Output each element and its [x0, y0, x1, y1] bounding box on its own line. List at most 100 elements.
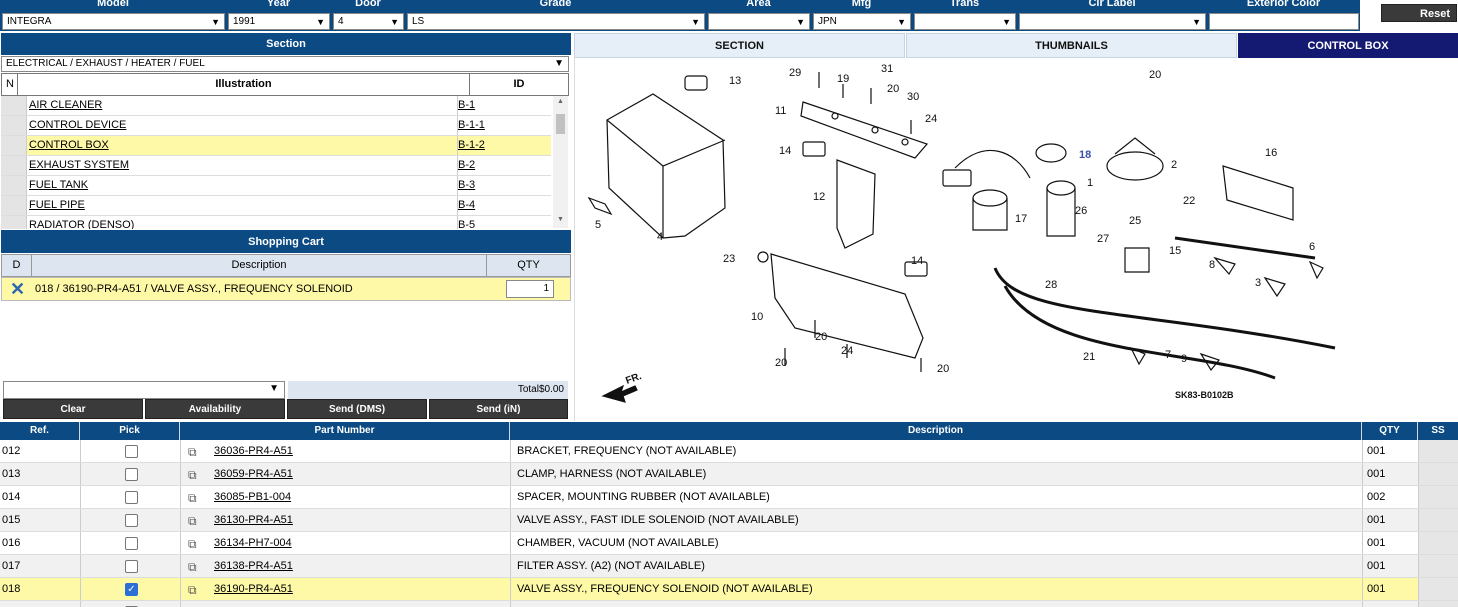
send-dms-button[interactable]: Send (DMS) — [287, 399, 427, 419]
copy-icon[interactable]: ⧉ — [188, 464, 197, 486]
table-row[interactable]: 017 ⧉ 36138-PR4-A51 FILTER ASSY. (A2) (NOT … — [0, 555, 1458, 578]
copy-icon[interactable]: ⧉ — [188, 487, 197, 509]
callout-number[interactable]: 5 — [595, 219, 601, 231]
clear-button[interactable]: Clear — [3, 399, 143, 419]
callout-number[interactable]: 6 — [1309, 241, 1315, 253]
illustration-link[interactable]: FUEL PIPE — [29, 196, 85, 215]
scroll-down-icon[interactable]: ▼ — [557, 216, 564, 223]
pick-checkbox[interactable] — [125, 560, 138, 573]
illustration-link[interactable]: CONTROL BOX — [29, 136, 109, 155]
pick-checkbox[interactable] — [125, 445, 138, 458]
callout-number[interactable]: 30 — [907, 91, 919, 103]
callout-number[interactable]: 1 — [1087, 177, 1093, 189]
illustration-id-link[interactable]: B-4 — [457, 196, 475, 215]
copy-icon[interactable]: ⧉ — [188, 441, 197, 463]
model-select[interactable]: INTEGRA ▼ — [2, 13, 225, 30]
list-item[interactable]: FUEL PIPE B-4 — [1, 196, 551, 216]
table-row[interactable]: 016 ⧉ 36134-PH7-004 CHAMBER, VACUUM (NOT AV… — [0, 532, 1458, 555]
callout-number[interactable]: 26 — [1075, 205, 1087, 217]
list-item[interactable]: RADIATOR (DENSO) B-5 — [1, 216, 551, 229]
send-in-button[interactable]: Send (iN) — [429, 399, 568, 419]
callout-number[interactable]: 14 — [911, 255, 923, 267]
copy-icon[interactable]: ⧉ — [188, 579, 197, 601]
table-row[interactable]: 012 ⧉ 36036-PR4-A51 BRACKET, FREQUENCY (NOT… — [0, 440, 1458, 463]
part-number-link[interactable]: 36190-PR4-A51 — [214, 578, 293, 600]
pick-checkbox[interactable]: ✓ — [125, 583, 138, 596]
illustration-id-link[interactable]: B-5 — [457, 216, 475, 229]
callout-number[interactable]: 2 — [1171, 159, 1177, 171]
scrollbar-thumb[interactable] — [556, 114, 565, 134]
year-select[interactable]: 1991 ▼ — [228, 13, 330, 30]
table-row[interactable]: 014 ⧉ 36085-PB1-004 SPACER, MOUNTING RUBBER… — [0, 486, 1458, 509]
area-select[interactable]: ▼ — [708, 13, 810, 30]
illustration-link[interactable]: FUEL TANK — [29, 176, 88, 195]
illustration-link[interactable]: CONTROL DEVICE — [29, 116, 126, 135]
part-number-link[interactable]: 36138-PR4-A51 — [214, 555, 293, 577]
part-number-link[interactable]: 36130-PR4-A51 — [214, 509, 293, 531]
callout-number[interactable]: 7 — [1165, 349, 1171, 361]
reset-button[interactable]: Reset — [1381, 4, 1457, 22]
pick-checkbox[interactable] — [125, 537, 138, 550]
illustration-link[interactable]: AIR CLEANER — [29, 96, 102, 115]
callout-number[interactable]: 10 — [751, 311, 763, 323]
part-number-link[interactable]: 36134-PH7-004 — [214, 532, 292, 554]
callout-number[interactable]: 22 — [1183, 195, 1195, 207]
list-item[interactable]: CONTROL DEVICE B-1-1 — [1, 116, 551, 136]
callout-number[interactable]: 19 — [837, 73, 849, 85]
illustration-id-link[interactable]: B-3 — [457, 176, 475, 195]
callout-number[interactable]: 20 — [815, 331, 827, 343]
callout-number[interactable]: 14 — [779, 145, 791, 157]
callout-number[interactable]: 16 — [1265, 147, 1277, 159]
list-item-selected[interactable]: CONTROL BOX B-1-2 — [1, 136, 551, 156]
callout-number[interactable]: 8 — [1209, 259, 1215, 271]
callout-number[interactable]: 9 — [1181, 353, 1187, 365]
callout-number[interactable]: 18 — [1079, 149, 1091, 161]
copy-icon[interactable]: ⧉ — [188, 510, 197, 532]
pick-checkbox[interactable] — [125, 468, 138, 481]
scroll-up-icon[interactable]: ▲ — [557, 98, 564, 105]
table-row[interactable]: 019 ⧉ 36194-PD2-661 FILTER ASSY., AIR (NOT … — [0, 601, 1458, 607]
section-select[interactable]: ELECTRICAL / EXHAUST / HEATER / FUEL ▼ — [1, 56, 569, 72]
callout-number[interactable]: 28 — [1045, 279, 1057, 291]
callout-number[interactable]: 23 — [723, 253, 735, 265]
trans-select[interactable]: ▼ — [914, 13, 1016, 30]
door-select[interactable]: 4 ▼ — [333, 13, 404, 30]
callout-number[interactable]: 13 — [729, 75, 741, 87]
list-item[interactable]: EXHAUST SYSTEM B-2 — [1, 156, 551, 176]
list-item[interactable]: FUEL TANK B-3 — [1, 176, 551, 196]
cart-action-select[interactable]: ▼ — [3, 381, 285, 399]
availability-button[interactable]: Availability — [145, 399, 285, 419]
callout-number[interactable]: 4 — [657, 231, 663, 243]
callout-number[interactable]: 25 — [1129, 215, 1141, 227]
copy-icon[interactable]: ⧉ — [188, 602, 197, 607]
part-number-link[interactable]: 36059-PR4-A51 — [214, 463, 293, 485]
illustration-id-link[interactable]: B-1-2 — [457, 136, 485, 155]
callout-number[interactable]: 3 — [1255, 277, 1261, 289]
part-number-link[interactable]: 36194-PD2-661 — [214, 601, 292, 607]
callout-number[interactable]: 20 — [775, 357, 787, 369]
illustration-scrollbar[interactable]: ▲ ▼ — [553, 96, 568, 228]
table-row[interactable]: 015 ⧉ 36130-PR4-A51 VALVE ASSY., FAST IDLE … — [0, 509, 1458, 532]
table-row[interactable]: 018 ✓ ⧉ 36190-PR4-A51 VALVE ASSY., FREQUENCY… — [0, 578, 1458, 601]
callout-number[interactable]: 29 — [789, 67, 801, 79]
callout-number[interactable]: 31 — [881, 63, 893, 75]
callout-number[interactable]: 20 — [887, 83, 899, 95]
grade-select[interactable]: LS ▼ — [407, 13, 705, 30]
list-item[interactable]: AIR CLEANER B-1 — [1, 96, 551, 116]
cart-qty-input[interactable]: 1 — [506, 280, 554, 298]
illustration-id-link[interactable]: B-2 — [457, 156, 475, 175]
callout-number[interactable]: 12 — [813, 191, 825, 203]
callout-number[interactable]: 20 — [1149, 69, 1161, 81]
clr-label-select[interactable]: ▼ — [1019, 13, 1206, 30]
part-number-link[interactable]: 36085-PB1-004 — [214, 486, 291, 508]
callout-number[interactable]: 24 — [841, 345, 853, 357]
callout-number[interactable]: 15 — [1169, 245, 1181, 257]
table-row[interactable]: 013 ⧉ 36059-PR4-A51 CLAMP, HARNESS (NOT AVA… — [0, 463, 1458, 486]
exterior-color-input[interactable] — [1209, 13, 1359, 30]
illustration-id-link[interactable]: B-1 — [457, 96, 475, 115]
callout-number[interactable]: 17 — [1015, 213, 1027, 225]
copy-icon[interactable]: ⧉ — [188, 533, 197, 555]
mfg-select[interactable]: JPN ▼ — [813, 13, 911, 30]
remove-item-icon[interactable]: ✕ — [10, 279, 25, 299]
callout-number[interactable]: 20 — [937, 363, 949, 375]
